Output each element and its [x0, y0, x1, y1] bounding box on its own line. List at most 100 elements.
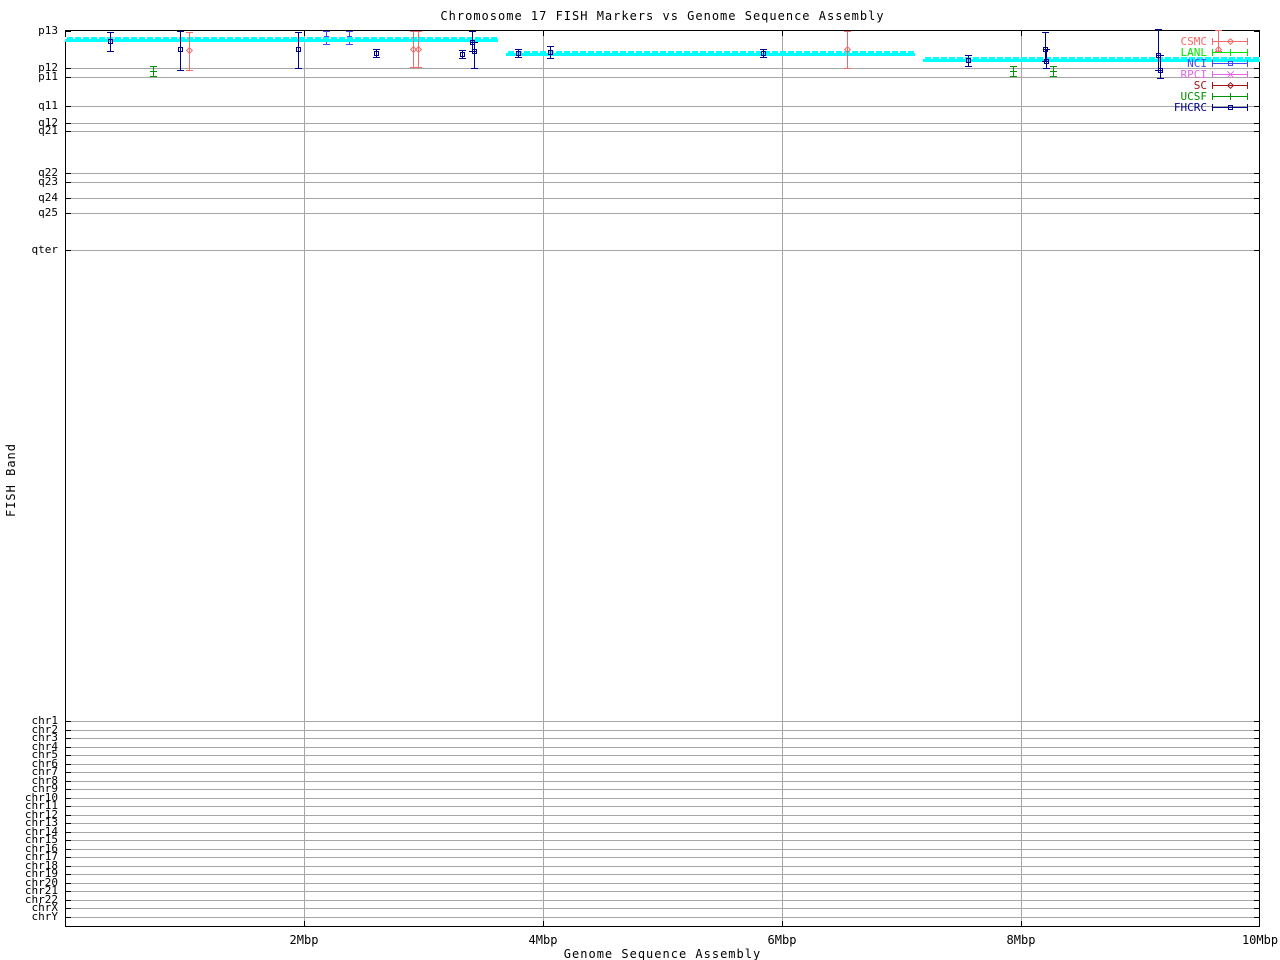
legend-plus-marker [1230, 93, 1231, 100]
x-axis-label: Genome Sequence Assembly [563, 947, 762, 960]
y-tick-right [1254, 772, 1259, 773]
y-tick-right [1254, 730, 1259, 731]
data-point-square-marker [548, 50, 553, 55]
band-label: p13 [38, 24, 58, 37]
y-tick-left [66, 738, 71, 739]
y-tick-right [1254, 891, 1259, 892]
y-tick-left [66, 173, 71, 174]
band-label: q11 [38, 99, 58, 112]
y-tick-left [66, 798, 71, 799]
x-tick-label: 4Mbp [528, 933, 558, 947]
errorbar-cap [177, 31, 184, 32]
errorbar-cap [346, 44, 353, 45]
y-tick-left [66, 764, 71, 765]
legend-symbol-cap [1212, 82, 1213, 89]
legend-symbol-cap [1212, 93, 1213, 100]
data-point-plus-marker [1053, 68, 1054, 75]
legend-symbol-cap [1247, 71, 1248, 78]
band-label: p11 [38, 70, 58, 83]
data-point-square-marker [178, 47, 183, 52]
band-label: q23 [38, 175, 58, 188]
data-point-square-marker [374, 51, 379, 56]
errorbar-line [474, 42, 475, 68]
y-tick-right [1254, 874, 1259, 875]
errorbar-cap [459, 50, 466, 51]
errorbar-cap [373, 57, 380, 58]
errorbar-cap [760, 49, 767, 50]
legend-square-marker [1228, 61, 1233, 66]
errorbar-cap [471, 68, 478, 69]
y-tick-right [1254, 798, 1259, 799]
y-tick-left [66, 31, 71, 32]
x-tick-top [1021, 31, 1022, 36]
y-tick-right [1254, 781, 1259, 782]
y-tick-left [66, 77, 71, 78]
y-tick-left [66, 908, 71, 909]
y-tick-left [66, 123, 71, 124]
y-tick-left [66, 883, 71, 884]
y-tick-right [1254, 832, 1259, 833]
data-point-plus-marker [153, 68, 154, 75]
legend-label: FHCRC [1173, 101, 1207, 114]
x-tick-top [782, 31, 783, 36]
errorbar-cap [547, 46, 554, 47]
errorbar-cap [547, 58, 554, 59]
y-tick-right [1254, 182, 1259, 183]
y-tick-right [1254, 250, 1259, 251]
band-label: qter [31, 243, 59, 256]
errorbar-cap [295, 68, 302, 69]
y-tick-left [66, 721, 71, 722]
y-tick-right [1254, 77, 1259, 78]
legend-symbol-cap [1212, 60, 1213, 67]
y-tick-right [1254, 721, 1259, 722]
band-label: q25 [38, 206, 58, 219]
x-tick-bottom [782, 921, 783, 926]
errorbar-cap [469, 31, 476, 32]
y-tick-left [66, 747, 71, 748]
errorbar-cap [844, 31, 851, 32]
band-label: q24 [38, 191, 58, 204]
data-point-square-marker [460, 52, 465, 57]
data-point-square-marker [1044, 59, 1049, 64]
errorbar-cap [459, 58, 466, 59]
data-point-square-marker [966, 58, 971, 63]
legend-symbol-cap [1212, 71, 1213, 78]
errorbar-cap [186, 70, 193, 71]
y-tick-left [66, 891, 71, 892]
x-tick-label: 10Mbp [1241, 933, 1279, 947]
chart-canvas: Chromosome 17 FISH Markers vs Genome Seq… [0, 0, 1280, 960]
y-tick-left [66, 789, 71, 790]
contig-segment [923, 57, 1260, 62]
x-tick-bottom [1021, 921, 1022, 926]
legend-symbol-cap [1247, 104, 1248, 111]
y-tick-right [1254, 764, 1259, 765]
y-tick-right [1254, 917, 1259, 918]
errorbar-cap [415, 67, 422, 68]
errorbar-cap [965, 66, 972, 67]
legend-symbol-cap [1247, 60, 1248, 67]
y-tick-left [66, 832, 71, 833]
errorbar-cap [177, 70, 184, 71]
legend-symbol-cap [1247, 49, 1248, 56]
data-point-square-marker [761, 51, 766, 56]
data-point-square-marker [516, 51, 521, 56]
errorbar-cap [415, 31, 422, 32]
y-tick-left [66, 198, 71, 199]
x-tick-label: 2Mbp [289, 933, 319, 947]
legend-symbol-cap [1247, 82, 1248, 89]
y-tick-left [66, 840, 71, 841]
y-tick-right [1254, 198, 1259, 199]
x-tick-top [543, 31, 544, 36]
y-tick-right [1254, 738, 1259, 739]
legend-symbol-cap [1212, 49, 1213, 56]
x-tick-label: 8Mbp [1006, 933, 1036, 947]
errorbar-cap [1010, 76, 1017, 77]
y-tick-right [1254, 173, 1259, 174]
errorbar-cap [760, 57, 767, 58]
errorbar-cap [1042, 32, 1049, 33]
y-tick-right [1254, 900, 1259, 901]
y-tick-right [1254, 123, 1259, 124]
errorbar-cap [323, 31, 330, 32]
errorbar-cap [1050, 76, 1057, 77]
legend-symbol-cap [1247, 38, 1248, 45]
